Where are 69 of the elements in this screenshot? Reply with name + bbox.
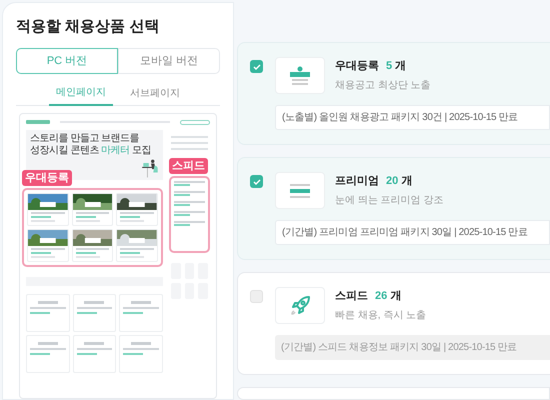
checkbox[interactable] xyxy=(250,290,263,303)
text-line xyxy=(171,136,208,138)
product-name: 프리미엄 xyxy=(335,174,379,189)
text-line xyxy=(76,256,100,258)
check-icon xyxy=(252,64,260,70)
text-line xyxy=(31,256,55,258)
text-line xyxy=(31,212,65,214)
package-select[interactable]: (노출별) 올인원 채용광고 패키지 30건 | 2025-10-15 만료 xyxy=(275,105,550,130)
page-tab[interactable]: 서브페이지 xyxy=(123,82,187,106)
text-line xyxy=(30,352,50,355)
text-line xyxy=(76,312,97,314)
text-line xyxy=(120,220,144,222)
package-select[interactable]: (기간별) 스피드 채용정보 패키지 30일 | 2025-10-15 만료 xyxy=(275,335,550,360)
text-line xyxy=(76,252,96,254)
text-line xyxy=(120,216,140,218)
text-line xyxy=(76,352,97,355)
text-line xyxy=(30,348,66,350)
page-tab[interactable]: 메인페이지 xyxy=(49,82,113,106)
product-description: 눈에 띄는 프리미엄 강조 xyxy=(335,194,444,208)
logo-mark xyxy=(84,300,104,304)
rocket-icon xyxy=(289,294,311,316)
text-line xyxy=(76,306,112,309)
product-count: 5 개 xyxy=(386,58,406,74)
logo-mark xyxy=(38,342,58,345)
section-label: 우대등록 xyxy=(22,170,72,186)
text-line xyxy=(123,306,159,309)
text-line xyxy=(120,252,140,254)
package-select[interactable]: (기간별) 프리미엄 프리미엄 패키지 30일 | 2025-10-15 만료 xyxy=(275,220,550,245)
product-count: 26 개 xyxy=(375,288,402,304)
logo-mark xyxy=(38,300,58,304)
product-count: 20 개 xyxy=(386,174,412,189)
banner-headline: 스토리를 만들고 브랜드를 성장시킬 콘텐츠 마케터 모집 xyxy=(30,132,151,157)
product-name: 스피드 xyxy=(335,288,368,304)
text-line xyxy=(120,212,154,214)
version-tab[interactable]: PC 버전 xyxy=(16,48,118,74)
text-line xyxy=(31,252,51,254)
text-line xyxy=(120,256,144,258)
text-line xyxy=(123,348,159,350)
product-name: 우대등록 xyxy=(335,58,379,74)
checkbox[interactable] xyxy=(250,60,263,73)
person-drawing xyxy=(141,158,160,178)
text-line xyxy=(76,220,100,222)
logo-mark xyxy=(84,342,104,345)
text-line xyxy=(31,216,51,218)
text-line xyxy=(30,306,66,309)
text-line xyxy=(123,312,144,314)
text-line xyxy=(171,148,208,150)
text-line xyxy=(123,352,144,355)
version-tab[interactable]: 모바일 버전 xyxy=(118,48,220,74)
logo-mark xyxy=(131,342,152,345)
text-line xyxy=(76,216,96,218)
text-line xyxy=(30,312,50,314)
panel-title: 적용할 채용상품 선택 xyxy=(16,17,160,37)
text-line xyxy=(31,248,65,250)
logo-mark xyxy=(26,120,50,124)
check-icon xyxy=(252,178,260,184)
text-line xyxy=(171,142,208,144)
text-line xyxy=(76,212,110,214)
bars-icon xyxy=(289,184,311,198)
text-line xyxy=(76,348,112,350)
section-label: 스피드 xyxy=(169,158,208,174)
badge-icon xyxy=(289,66,311,86)
product-description: 채용공고 최상단 노출 xyxy=(335,79,431,94)
logo-mark xyxy=(131,300,152,304)
product-description: 빠른 채용, 즉시 노출 xyxy=(335,309,426,324)
text-line xyxy=(76,248,110,250)
text-line xyxy=(120,248,154,250)
text-line xyxy=(31,220,55,222)
checkbox[interactable] xyxy=(250,175,263,188)
